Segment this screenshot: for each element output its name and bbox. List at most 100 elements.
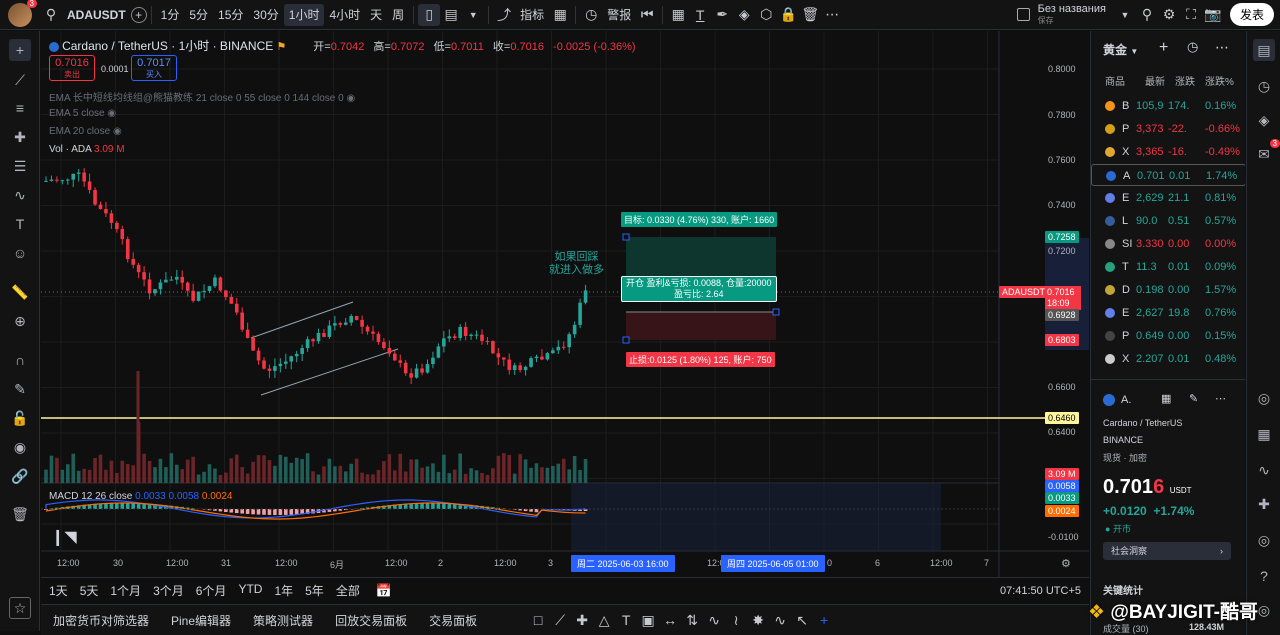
pencil-lock-icon[interactable]: ✎: [9, 378, 31, 400]
avatar[interactable]: 3: [8, 0, 37, 27]
watchlist-row[interactable]: P 0.649 0.00 0.15%: [1091, 325, 1245, 347]
color-fill-icon[interactable]: ◈: [733, 4, 755, 26]
zoom-icon[interactable]: ⚲: [1136, 4, 1158, 26]
templates-icon[interactable]: ▦: [549, 4, 571, 26]
watchlist-col-1[interactable]: 最新: [1145, 73, 1165, 88]
timeframe-4[interactable]: 1小时: [283, 3, 325, 26]
watchlist-row[interactable]: A 0.701 0.01 1.74%: [1091, 164, 1245, 186]
calendar-icon[interactable]: ▦: [1253, 423, 1275, 445]
range-3[interactable]: 3个月: [153, 582, 184, 599]
bars-icon[interactable]: ▤: [440, 4, 462, 26]
watchlist-row[interactable]: L 90.0 0.51 0.57%: [1091, 210, 1245, 232]
triangle-icon[interactable]: △: [593, 609, 615, 631]
more-icon[interactable]: ⋯: [1215, 39, 1229, 56]
text-icon[interactable]: T: [615, 609, 637, 631]
timeframe-1[interactable]: 5分: [184, 4, 213, 26]
fullscreen-icon[interactable]: ⛶: [1180, 4, 1202, 26]
settings-gear-icon[interactable]: ⚙: [1061, 557, 1071, 570]
open-position-label[interactable]: 开仓 盈利&亏损: 0.0088, 仓量:20000 盈亏比: 2.64: [621, 276, 777, 302]
range-1[interactable]: 5天: [80, 582, 99, 599]
eye-off-icon[interactable]: ◉: [113, 126, 122, 137]
range-2[interactable]: 1个月: [110, 582, 141, 599]
sell-button[interactable]: 0.7016 卖出: [49, 55, 95, 81]
bottom-tab-3[interactable]: 回放交易面板: [335, 612, 407, 629]
crosshair-icon[interactable]: +: [9, 39, 31, 61]
symbol-search-button[interactable]: ADAUSDT: [62, 4, 131, 26]
chart-overlay-icon[interactable]: ◷: [1187, 39, 1198, 55]
target-icon[interactable]: ◎: [1253, 387, 1275, 409]
legend-title[interactable]: Cardano / TetherUS · 1小时 · BINANCE: [62, 39, 273, 53]
replay-icon[interactable]: ⏮: [636, 4, 658, 26]
timeframe-0[interactable]: 1分: [156, 4, 185, 26]
arrows-icon[interactable]: ⇅: [681, 609, 703, 631]
range-7[interactable]: 5年: [305, 582, 324, 599]
stop-label[interactable]: 止损:0.0125 (1.80%) 125, 账户: 750: [626, 352, 775, 367]
layers-icon[interactable]: ◈: [1253, 109, 1275, 131]
range-icon[interactable]: ↔: [659, 609, 681, 631]
candles-icon[interactable]: ▯: [418, 3, 441, 26]
lock-drawings-icon[interactable]: 🔓: [9, 407, 31, 429]
bottom-tab-2[interactable]: 策略测试器: [253, 612, 313, 629]
watchlist-row[interactable]: X 2.207 0.01 0.48%: [1091, 348, 1245, 370]
indicator-ema20[interactable]: EMA 20 close ◉: [49, 126, 122, 137]
line-icon[interactable]: ⟋: [549, 609, 571, 631]
watchlist-col-0[interactable]: 商品: [1105, 73, 1125, 88]
watchlist-col-3[interactable]: 涨跌%: [1205, 73, 1234, 88]
curve-icon[interactable]: ≀: [725, 609, 747, 631]
timeframe-5[interactable]: 4小时: [324, 4, 365, 26]
watchlist-row[interactable]: B 105,9 174. 0.16%: [1091, 95, 1245, 117]
zigzag-icon[interactable]: ∿: [769, 609, 791, 631]
indicator-ema5[interactable]: EMA 5 close ◉: [49, 108, 116, 119]
frame-icon[interactable]: □: [527, 609, 549, 631]
trash-icon[interactable]: 🗑: [799, 4, 821, 26]
chevron-down-icon[interactable]: ▼: [1114, 4, 1136, 26]
text-icon[interactable]: T: [689, 4, 711, 26]
watchlist-row[interactable]: D 0.198 0.00 1.57%: [1091, 279, 1245, 301]
indicator-volume[interactable]: Vol · ADA 3.09 M: [49, 144, 125, 155]
magnet-icon[interactable]: ∩: [9, 349, 31, 371]
bottom-tab-1[interactable]: Pine编辑器: [171, 612, 231, 629]
alert-icon[interactable]: ◷: [580, 4, 602, 26]
range-4[interactable]: 6个月: [196, 582, 227, 599]
add-symbol-icon[interactable]: +: [130, 6, 147, 23]
fork-icon[interactable]: ✸: [747, 609, 769, 631]
eye-off-icon[interactable]: ◉: [346, 93, 355, 104]
watchlist-row[interactable]: P 3,373 -22. -0.66%: [1091, 118, 1245, 140]
image-icon[interactable]: ▣: [637, 609, 659, 631]
eye-off-icon[interactable]: ◉: [107, 108, 116, 119]
flag-icon[interactable]: ⚑: [276, 41, 286, 53]
indicator-macd[interactable]: MACD 12 26 close 0.0033 0.0058 0.0024: [49, 491, 233, 502]
gear-icon[interactable]: ⚙: [1158, 4, 1180, 26]
cursor-icon[interactable]: ↖: [791, 609, 813, 631]
indicators-button[interactable]: 指标: [515, 4, 549, 26]
timeframe-7[interactable]: 周: [387, 4, 409, 26]
lock-icon[interactable]: 🔒: [777, 4, 799, 26]
grid-layout-icon[interactable]: ▦: [667, 4, 689, 26]
bottom-tab-4[interactable]: 交易面板: [429, 612, 477, 629]
publish-button[interactable]: 发表: [1229, 3, 1274, 26]
chart-pane[interactable]: Cardano / TetherUS · 1小时 · BINANCE ⚑ 开=0…: [41, 31, 1089, 577]
horizontal-lines-icon[interactable]: ≡: [9, 97, 31, 119]
pattern-icon[interactable]: ∿: [9, 184, 31, 206]
settings-hex-icon[interactable]: ⬡: [755, 4, 777, 26]
eye-icon[interactable]: ◉: [9, 436, 31, 458]
grid-icon[interactable]: ▦: [1161, 392, 1171, 405]
community-button[interactable]: 社会洞察 ›: [1103, 542, 1231, 560]
link-icon[interactable]: 🔗: [9, 465, 31, 487]
broadcast-icon[interactable]: ◎: [1253, 529, 1275, 551]
camera-icon[interactable]: 📷: [1202, 4, 1224, 26]
help-icon[interactable]: ?: [1253, 565, 1275, 587]
crosshair-icon[interactable]: +: [813, 609, 835, 631]
fib-icon[interactable]: ☰: [9, 155, 31, 177]
text-tool-icon[interactable]: T: [9, 213, 31, 235]
signal-icon[interactable]: ∿: [703, 609, 725, 631]
layout-name[interactable]: Без названия 保存: [1038, 3, 1106, 26]
buy-button[interactable]: 0.7017 买入: [131, 55, 177, 81]
watchlist-row[interactable]: X 3,365 -16. -0.49%: [1091, 141, 1245, 163]
clock-icon[interactable]: ◷: [1253, 75, 1275, 97]
range-0[interactable]: 1天: [49, 582, 68, 599]
layout-square-icon[interactable]: [1016, 8, 1030, 21]
path-icon[interactable]: ✚: [571, 609, 593, 631]
watchlist-row[interactable]: E 2,627 19.8 0.76%: [1091, 302, 1245, 324]
watchlist-icon[interactable]: ▤: [1253, 39, 1275, 61]
